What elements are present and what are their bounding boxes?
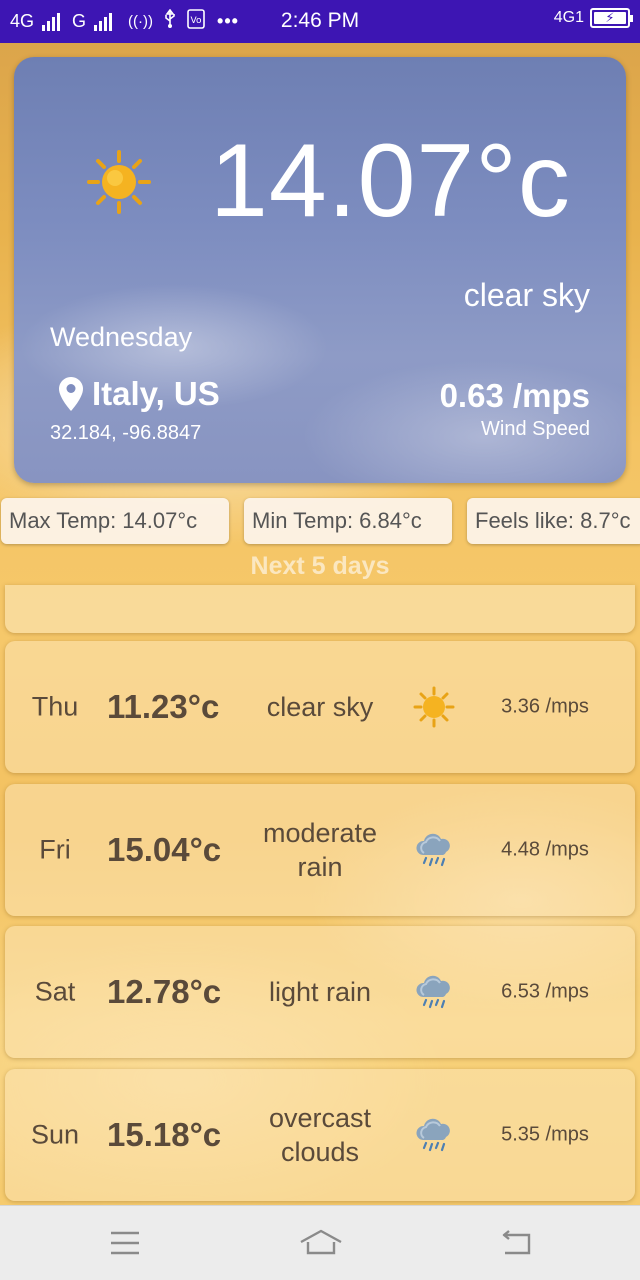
location-pin-icon <box>59 377 83 411</box>
forecast-day: Sun <box>30 1119 80 1150</box>
status-bar: 4G G ((·)) Vo ••• 2:46 PM 4G1 ⚡ <box>0 0 640 43</box>
forecast-desc: clear sky <box>266 692 374 722</box>
forecast-temp: 15.04°c <box>107 831 222 868</box>
list-item[interactable]: Sun 15.18°c overcast clouds 5.35 /mps <box>5 1069 635 1201</box>
forecast-temp: 12.78°c <box>107 973 222 1010</box>
forecast-desc: light rain <box>268 977 372 1007</box>
home-button[interactable] <box>298 1226 344 1260</box>
location[interactable]: Italy, US <box>58 375 220 413</box>
feels-like-chip[interactable]: Feels like: 8.7°c <box>467 498 640 544</box>
home-icon <box>300 1229 342 1255</box>
current-condition: clear sky <box>463 277 590 313</box>
forecast-day: Fri <box>39 834 71 865</box>
rain-cloud-icon <box>416 975 450 1009</box>
forecast-wind: 5.35 /mps <box>501 1123 589 1146</box>
max-temp-label: Max Temp: 14.07°c <box>9 508 198 533</box>
wind-speed-label: Wind Speed <box>481 418 590 440</box>
list-item[interactable]: Thu 11.23°c clear sky 3.36 /mps <box>5 641 635 773</box>
feels-like-label: Feels like: 8.7°c <box>475 508 631 533</box>
system-nav-bar <box>0 1205 640 1280</box>
status-right: 4G1 ⚡ <box>553 8 633 28</box>
wind-speed: 0.63 /mps <box>439 377 590 414</box>
forecast-desc: moderate rain <box>262 818 378 882</box>
current-temperature: 14.07°c <box>210 123 571 239</box>
location-name: Italy, US <box>92 375 220 412</box>
rain-cloud-icon <box>416 833 450 867</box>
forecast-desc: overcast clouds <box>268 1103 372 1167</box>
forecast-header: Next 5 days <box>250 552 390 580</box>
list-item[interactable]: Sat 12.78°c light rain 6.53 /mps <box>5 926 635 1058</box>
back-button[interactable] <box>496 1226 536 1260</box>
min-temp-chip[interactable]: Min Temp: 6.84°c <box>244 498 452 544</box>
min-temp-label: Min Temp: 6.84°c <box>252 508 422 533</box>
forecast-wind: 3.36 /mps <box>501 695 589 718</box>
menu-button[interactable] <box>105 1226 145 1260</box>
list-item[interactable] <box>5 585 635 633</box>
current-day: Wednesday <box>50 322 193 352</box>
forecast-wind: 4.48 /mps <box>501 838 589 861</box>
forecast-day: Thu <box>31 691 79 722</box>
forecast-temp: 15.18°c <box>107 1116 222 1153</box>
sun-icon <box>413 686 455 728</box>
back-icon <box>502 1230 531 1255</box>
sun-icon <box>87 150 151 214</box>
menu-icon <box>111 1231 139 1255</box>
forecast-day: Sat <box>34 976 76 1007</box>
current-weather-card: 14.07°c clear sky Wednesday Italy, US 32… <box>14 57 626 483</box>
coordinates: 32.184, -96.8847 <box>50 422 202 444</box>
list-item[interactable]: Fri 15.04°c moderate rain 4.48 /mps <box>5 784 635 916</box>
forecast-wind: 6.53 /mps <box>501 980 589 1003</box>
network-type-3: 4G1 <box>553 9 584 26</box>
battery-charging-icon: ⚡ <box>590 8 633 28</box>
rain-cloud-icon <box>416 1118 450 1152</box>
clock: 2:46 PM <box>280 9 360 32</box>
forecast-temp: 11.23°c <box>107 688 220 725</box>
max-temp-chip[interactable]: Max Temp: 14.07°c <box>1 498 229 544</box>
